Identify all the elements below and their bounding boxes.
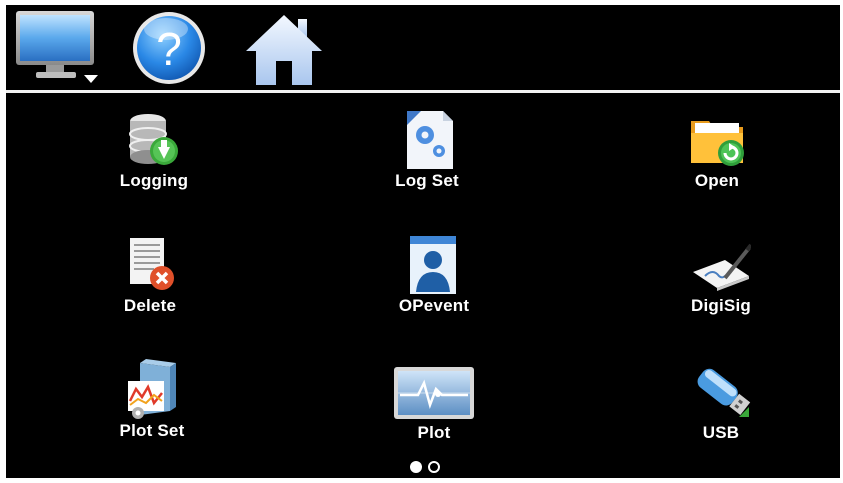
user-badge-icon [404, 232, 464, 296]
open-button[interactable]: Open [647, 95, 787, 205]
page-dot-active[interactable] [410, 461, 422, 473]
page-indicator [410, 461, 450, 475]
database-download-icon [124, 107, 184, 171]
signature-icon [691, 232, 753, 296]
delete-label: Delete [123, 296, 177, 315]
svg-text:?: ? [156, 23, 182, 75]
plot-button[interactable]: Plot [364, 347, 504, 457]
opevent-label: OPevent [398, 296, 470, 315]
menu-grid: Logging Log Set Open Delete OPevent Digi… [6, 95, 840, 478]
plot-set-button[interactable]: Plot Set [82, 345, 222, 455]
log-set-button[interactable]: Log Set [357, 95, 497, 205]
plot-set-label: Plot Set [119, 421, 185, 440]
folder-open-icon [687, 107, 747, 171]
page-dot-inactive[interactable] [428, 461, 440, 473]
usb-drive-icon [691, 359, 751, 423]
usb-label: USB [702, 423, 740, 442]
app-screen: ? Logging Log Set Open Delete OPevent Di… [6, 5, 840, 478]
settings-document-icon [397, 107, 457, 171]
delete-button[interactable]: Delete [80, 220, 220, 330]
usb-button[interactable]: USB [651, 347, 791, 457]
opevent-button[interactable]: OPevent [364, 220, 504, 330]
plot-label: Plot [417, 423, 451, 442]
document-delete-icon [120, 232, 180, 296]
digisig-button[interactable]: DigiSig [651, 220, 791, 330]
logging-button[interactable]: Logging [84, 95, 224, 205]
plot-chart-icon [392, 359, 476, 423]
open-label: Open [694, 171, 740, 190]
digisig-label: DigiSig [691, 296, 751, 315]
monitor-icon[interactable] [14, 9, 100, 85]
plot-settings-icon [122, 357, 182, 421]
help-icon[interactable]: ? [130, 9, 208, 87]
home-icon[interactable] [244, 9, 324, 87]
log-set-label: Log Set [395, 171, 459, 190]
top-toolbar: ? [6, 5, 840, 89]
toolbar-divider [6, 90, 840, 93]
logging-label: Logging [119, 171, 189, 190]
